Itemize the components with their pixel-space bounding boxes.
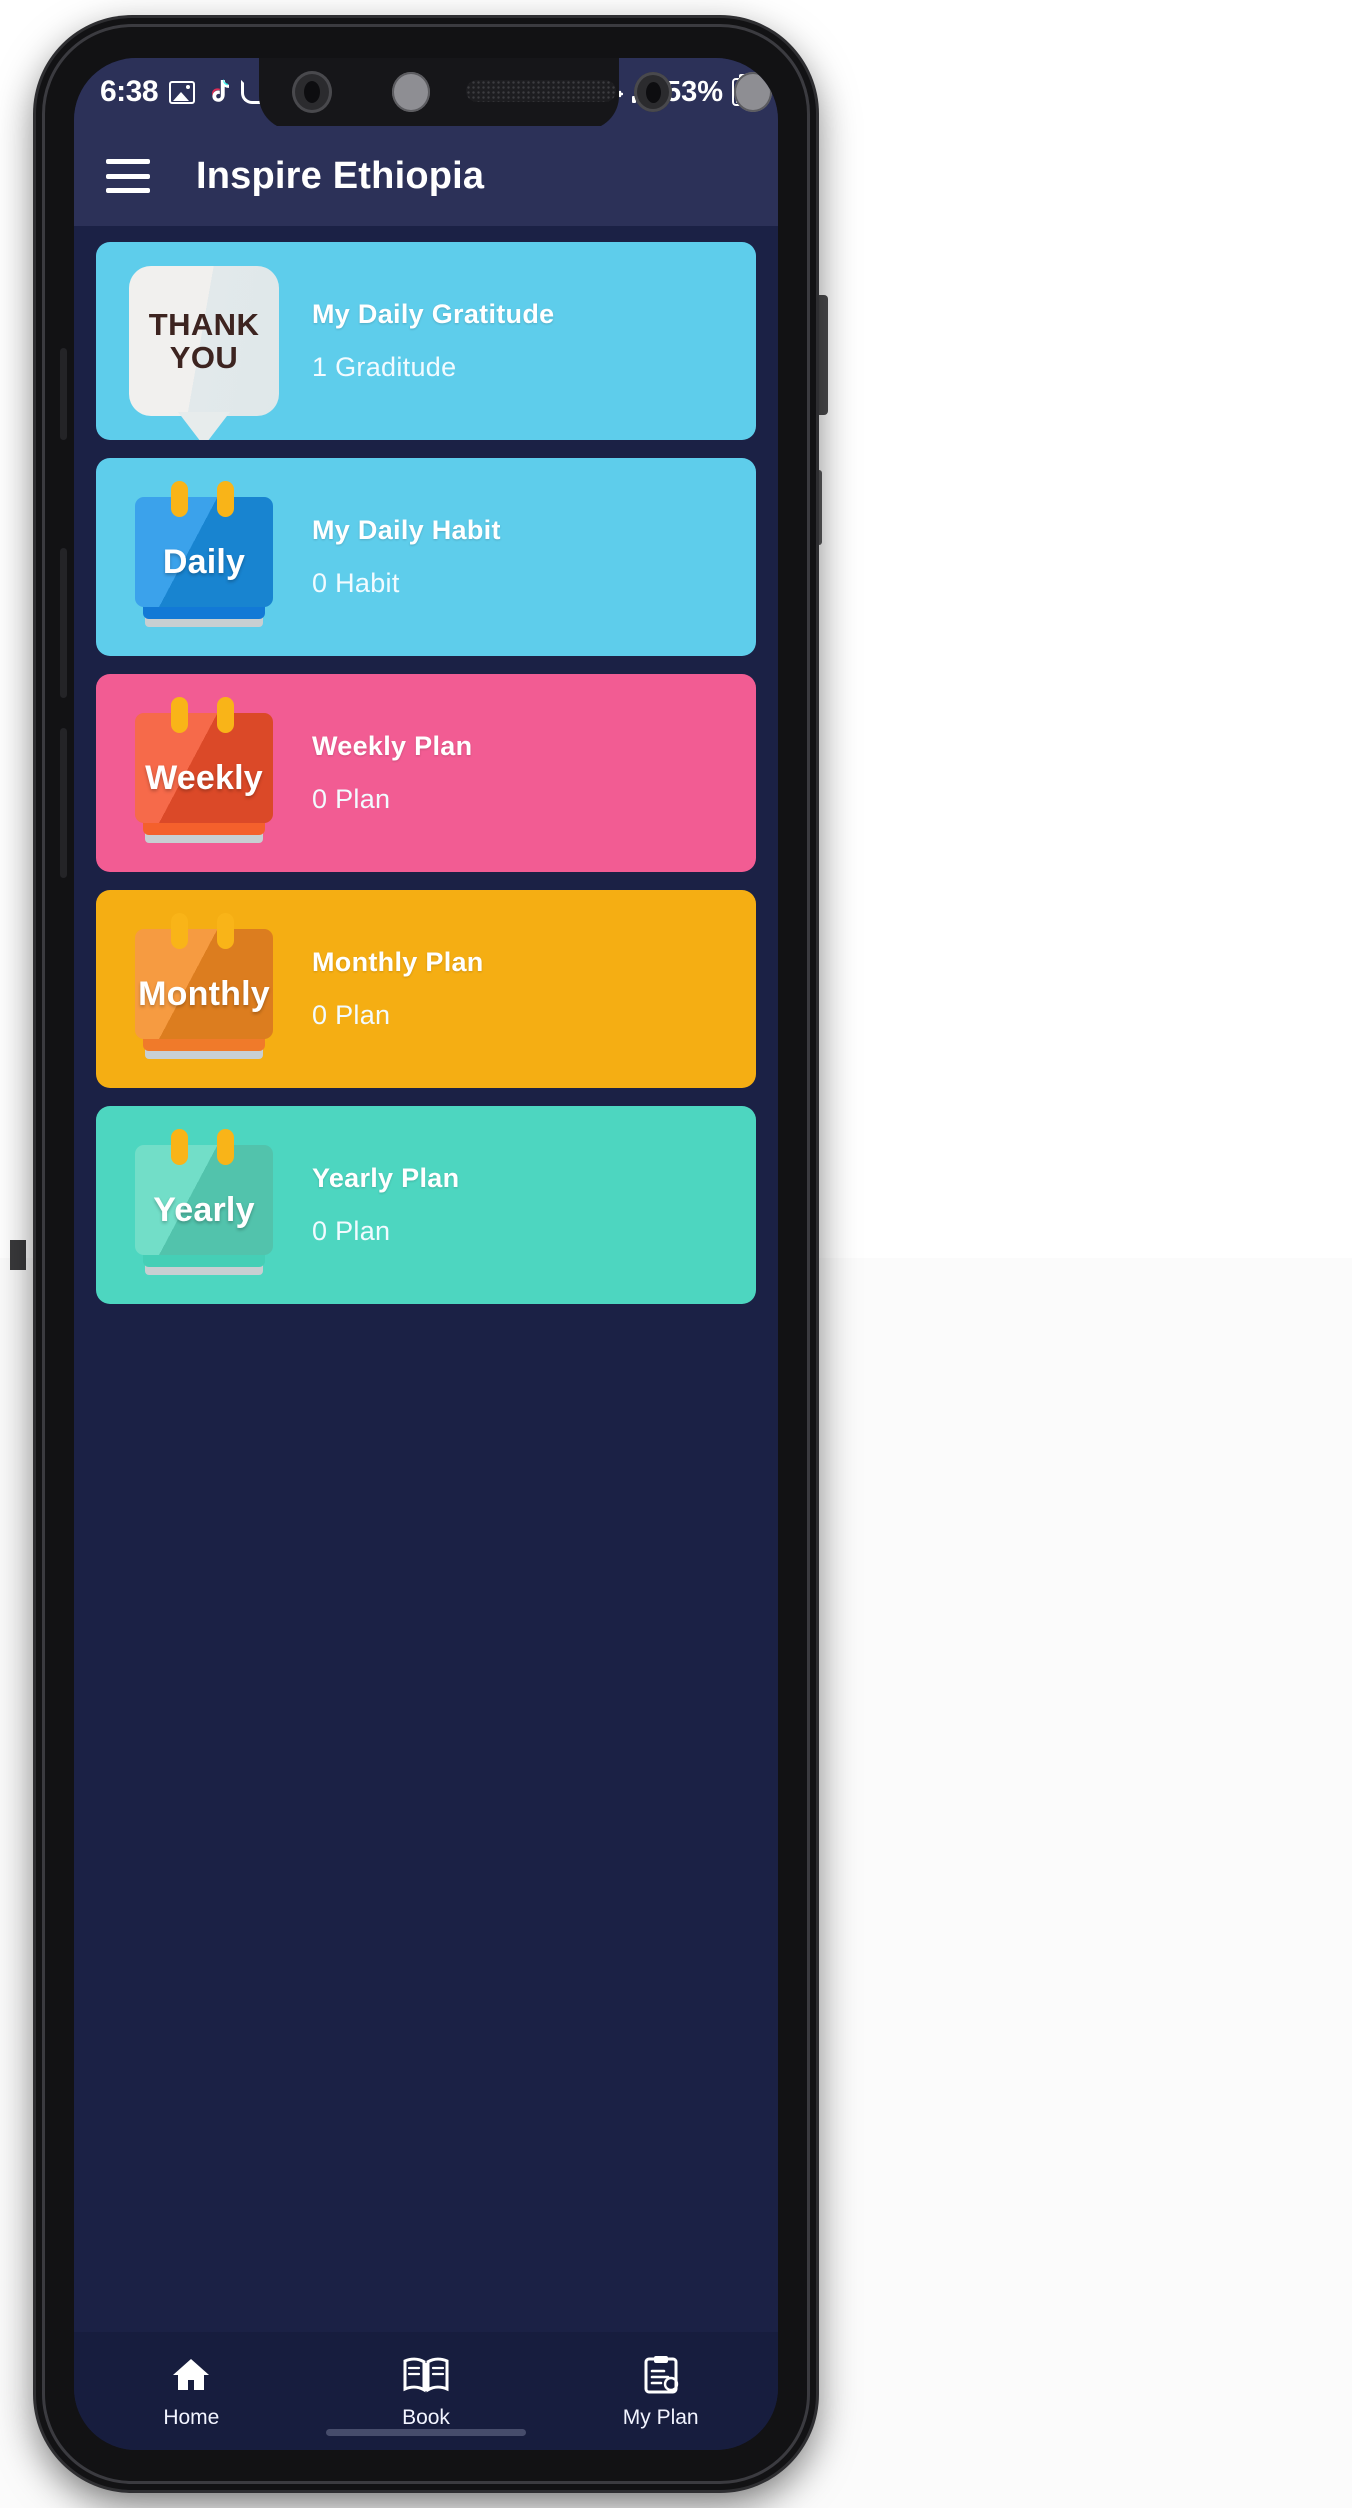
home-indicator[interactable] [326, 2429, 526, 2436]
card-weekly-plan[interactable]: Weekly Weekly Plan 0 Plan [96, 674, 756, 872]
sensor-secondary-icon [734, 72, 772, 112]
calendar-monthly-icon: Monthly [120, 905, 288, 1073]
calendar-daily-label: Daily [162, 543, 246, 581]
thank-you-line-2: YOU [169, 340, 239, 375]
card-gratitude[interactable]: THANK YOU My Daily Gratitude 1 Graditude [96, 242, 756, 440]
card-gratitude-text: My Daily Gratitude 1 Graditude [312, 299, 554, 383]
card-yearly-plan[interactable]: Yearly Yearly Plan 0 Plan [96, 1106, 756, 1304]
card-gratitude-title: My Daily Gratitude [312, 299, 555, 329]
card-daily-habit-text: My Daily Habit 0 Habit [312, 515, 501, 599]
thank-you-bubble-icon: THANK YOU [120, 257, 288, 425]
front-camera-icon [292, 71, 332, 113]
clipboard-icon [640, 2353, 682, 2397]
card-daily-habit-subtitle: 0 Habit [312, 568, 400, 598]
card-weekly-plan-subtitle: 0 Plan [312, 784, 391, 814]
tiktok-icon [206, 79, 230, 105]
calendar-ring-right [217, 481, 234, 517]
calendar-yearly-label: Yearly [153, 1191, 255, 1229]
calendar-ring-left [171, 1129, 188, 1165]
card-monthly-plan-title: Monthly Plan [312, 947, 484, 977]
phone-device-frame: 6:38 53% Inspire Ethiopia THANK YOU My D… [36, 18, 816, 2490]
book-icon [403, 2353, 449, 2397]
calendar-ring-left [171, 697, 188, 733]
nav-item-home-label: Home [163, 2405, 220, 2429]
home-icon [170, 2353, 212, 2397]
calendar-weekly-icon: Weekly [120, 689, 288, 857]
calendar-ring-right [217, 697, 234, 733]
earpiece-speaker [466, 80, 616, 102]
card-daily-habit[interactable]: Daily My Daily Habit 0 Habit [96, 458, 756, 656]
hamburger-menu-icon[interactable] [106, 159, 150, 193]
nav-item-book[interactable]: Book [309, 2353, 544, 2430]
front-camera-secondary-icon [634, 72, 672, 112]
card-yearly-plan-text: Yearly Plan 0 Plan [312, 1163, 459, 1247]
sensor-icon [392, 72, 430, 112]
status-bar-left-group: 6:38 [100, 75, 264, 109]
device-button-volume-down[interactable] [60, 728, 67, 878]
screenshot-root: 6:38 53% Inspire Ethiopia THANK YOU My D… [0, 0, 1352, 2508]
page-title: Inspire Ethiopia [196, 154, 485, 197]
card-weekly-plan-title: Weekly Plan [312, 731, 473, 761]
device-button-silent[interactable] [60, 348, 67, 440]
nav-item-my-plan[interactable]: My Plan [543, 2353, 778, 2430]
app-bar: Inspire Ethiopia [74, 126, 778, 226]
device-button-volume-up[interactable] [60, 548, 67, 698]
calendar-weekly-label: Weekly [145, 759, 263, 797]
phone-screen: 6:38 53% Inspire Ethiopia THANK YOU My D… [74, 58, 778, 2450]
thank-you-line-1: THANK [148, 306, 260, 342]
calendar-monthly-label: Monthly [138, 975, 270, 1013]
card-yearly-plan-title: Yearly Plan [312, 1163, 460, 1193]
calendar-yearly-icon: Yearly [120, 1121, 288, 1289]
battery-percent-label: 53% [664, 75, 723, 108]
card-monthly-plan-text: Monthly Plan 0 Plan [312, 947, 484, 1031]
card-monthly-plan[interactable]: Monthly Monthly Plan 0 Plan [96, 890, 756, 1088]
calendar-ring-left [171, 913, 188, 949]
main-content: THANK YOU My Daily Gratitude 1 Graditude [74, 226, 778, 2332]
nav-item-book-label: Book [402, 2405, 450, 2429]
status-bar-clock: 6:38 [100, 75, 159, 108]
card-weekly-plan-text: Weekly Plan 0 Plan [312, 731, 472, 815]
card-yearly-plan-subtitle: 0 Plan [312, 1216, 391, 1246]
nav-item-my-plan-label: My Plan [622, 2405, 699, 2429]
decorative-edge-block-left [10, 1240, 26, 1270]
calendar-ring-right [217, 913, 234, 949]
calendar-daily-icon: Daily [120, 473, 288, 641]
nav-item-home[interactable]: Home [74, 2353, 309, 2430]
photo-icon [169, 80, 196, 104]
card-monthly-plan-subtitle: 0 Plan [312, 1000, 391, 1030]
calendar-ring-left [171, 481, 188, 517]
calendar-ring-right [217, 1129, 234, 1165]
card-gratitude-subtitle: 1 Graditude [312, 352, 457, 382]
card-daily-habit-title: My Daily Habit [312, 515, 501, 545]
